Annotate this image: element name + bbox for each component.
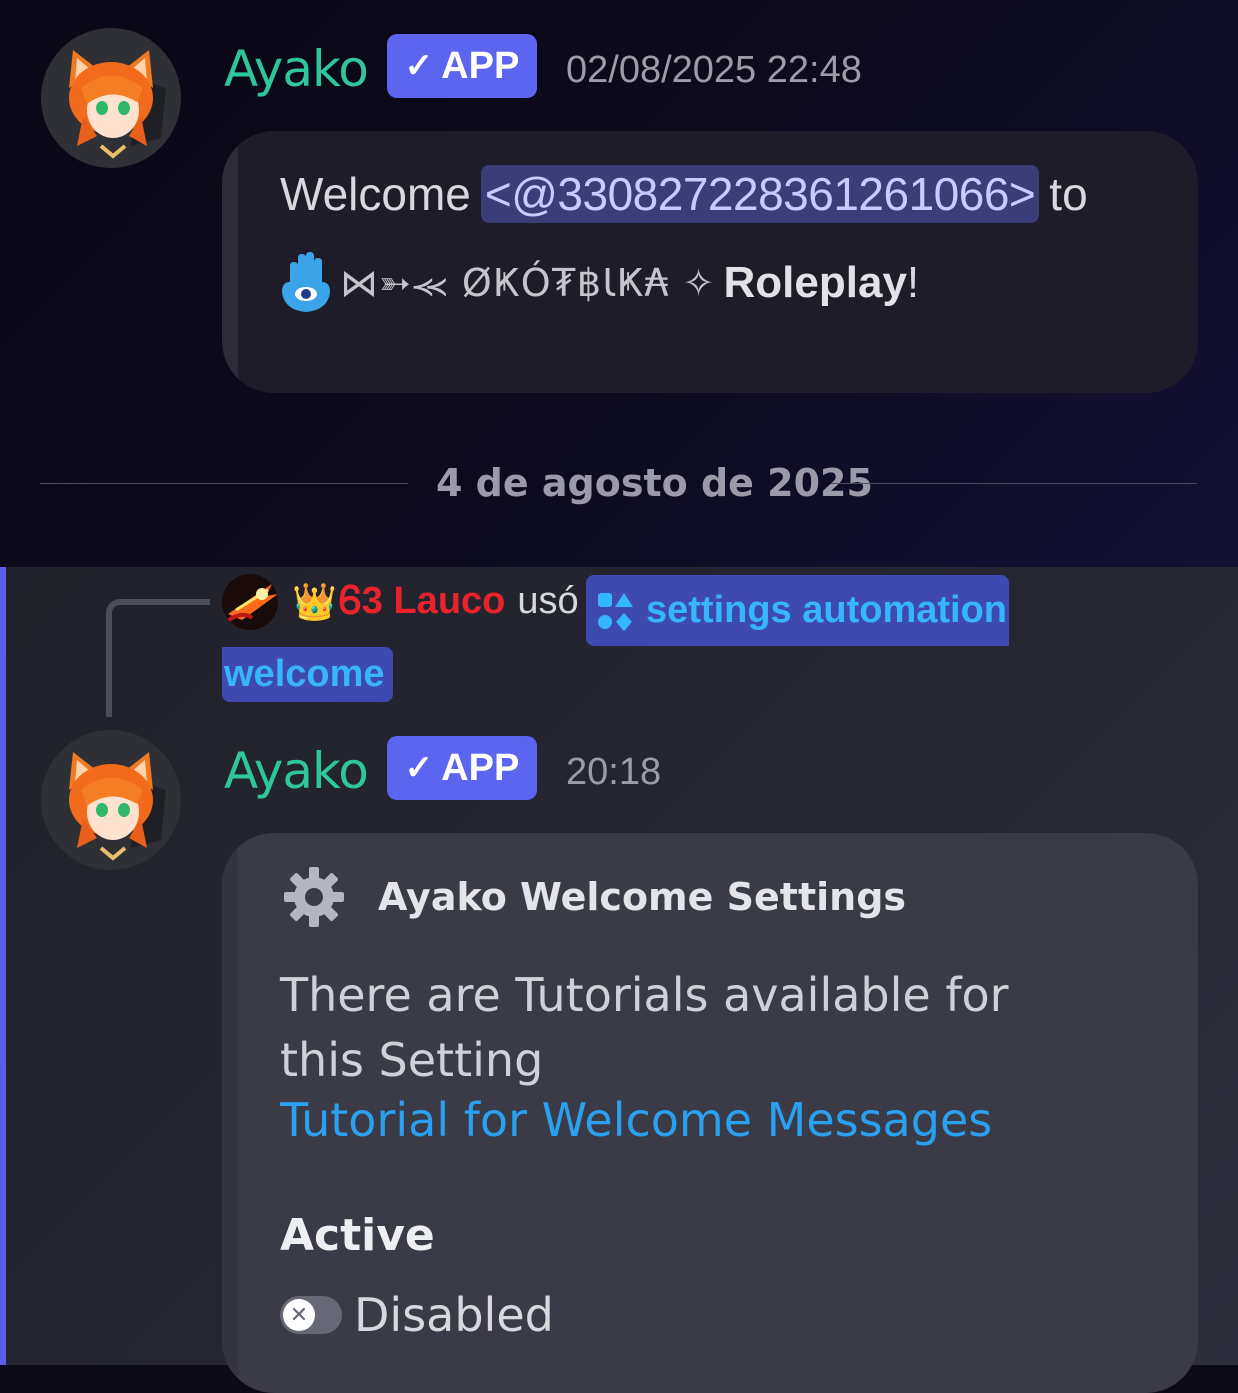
- avatar-image: [41, 730, 181, 870]
- field-value: Disabled: [354, 1288, 554, 1342]
- embed-description: There are Tutorials available for this S…: [280, 968, 1009, 1087]
- checkmark-icon: ✓: [404, 47, 434, 85]
- date-divider: 4 de agosto de 2025: [436, 461, 873, 505]
- app-badge: ✓ APP: [387, 34, 537, 98]
- gear-icon: [284, 867, 344, 927]
- mention-highlight-bar: [0, 567, 6, 1365]
- message-timestamp[interactable]: 02/08/2025 22:48: [566, 49, 862, 92]
- author-name[interactable]: Ayako: [224, 44, 369, 94]
- active-toggle[interactable]: ✕: [280, 1296, 342, 1334]
- reply-avatar-image: [222, 574, 278, 630]
- command-icon: [598, 592, 633, 631]
- close-icon: ✕: [283, 1299, 315, 1331]
- tutorial-link[interactable]: Tutorial for Welcome Messages: [280, 1093, 992, 1147]
- app-badge-label: APP: [441, 44, 520, 87]
- hamsa-eye-icon: [282, 252, 330, 312]
- app-badge: ✓ APP: [387, 736, 537, 800]
- reply-connector: [106, 599, 210, 717]
- field-name: Active: [280, 1210, 435, 1261]
- date-divider-line-right: [831, 483, 1197, 484]
- reply-username[interactable]: Ꮾ3 Lauco: [339, 580, 506, 623]
- slash-command-continued[interactable]: welcome: [222, 647, 393, 702]
- welcome-text: Welcome: [280, 168, 471, 220]
- server-end: !: [906, 258, 920, 307]
- avatar[interactable]: [41, 28, 181, 168]
- message-content-line-2: ⋈➳⪻ ØҜÓ₮฿ƖҜ₳ ✧ Roleplay!: [280, 252, 919, 314]
- message-content-line-1: Welcome <@330827228361261066> to: [280, 165, 1088, 223]
- date-divider-line-left: [40, 483, 408, 484]
- app-badge-label: APP: [441, 746, 520, 789]
- reply-info: 👑 Ꮾ3 Lauco usó: [292, 580, 579, 623]
- author-name[interactable]: Ayako: [224, 746, 369, 796]
- slash-command[interactable]: settings automation: [586, 575, 1010, 646]
- avatar[interactable]: [41, 730, 181, 870]
- reply-avatar[interactable]: [222, 574, 278, 630]
- crown-icon: 👑: [292, 580, 337, 622]
- welcome-suffix: to: [1049, 168, 1088, 220]
- avatar-image: [41, 28, 181, 168]
- reply-action: usó: [517, 580, 579, 622]
- embed-title: Ayako Welcome Settings: [378, 875, 907, 919]
- slash-command-subcommand: welcome: [224, 653, 385, 695]
- user-mention[interactable]: <@330827228361261066>: [480, 165, 1040, 223]
- message-timestamp[interactable]: 20:18: [566, 751, 661, 794]
- server-suffix: Roleplay: [723, 258, 907, 307]
- checkmark-icon: ✓: [404, 749, 434, 787]
- server-name: ⋈➳⪻ ØҜÓ₮฿ƖҜ₳ ✧: [340, 260, 716, 305]
- slash-command-name: settings automation: [646, 589, 1008, 631]
